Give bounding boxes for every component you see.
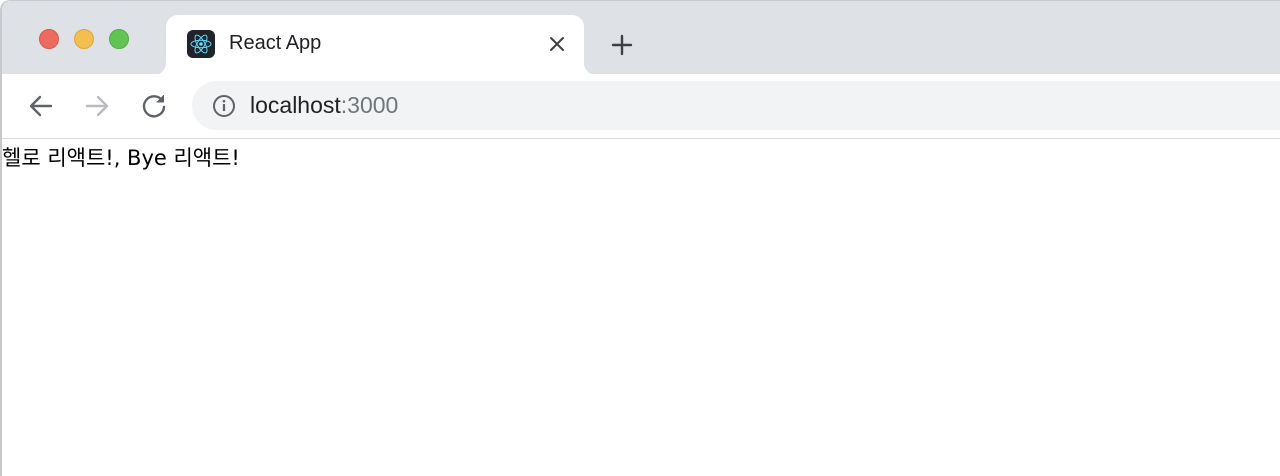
tab-react-app[interactable]: React App: [166, 15, 584, 75]
browser-toolbar: localhost:3000: [2, 74, 1280, 139]
window-close-button[interactable]: [39, 29, 59, 49]
address-bar[interactable]: localhost:3000: [192, 81, 1280, 130]
url-host: localhost: [250, 92, 341, 118]
tab-title: React App: [229, 32, 322, 54]
reload-icon[interactable]: [139, 91, 169, 121]
tab-strip: React App: [2, 1, 1280, 75]
plus-icon[interactable]: [608, 31, 636, 59]
url-port: :3000: [340, 92, 399, 118]
info-icon[interactable]: [211, 93, 237, 119]
window-maximize-button[interactable]: [109, 29, 129, 49]
arrow-left-icon[interactable]: [26, 91, 56, 121]
page-body-text: 헬로 리액트!, Bye 리액트!: [2, 146, 240, 170]
react-logo-icon: [187, 30, 215, 58]
window-minimize-button[interactable]: [74, 29, 94, 49]
close-icon[interactable]: [544, 31, 570, 57]
page-content: 헬로 리액트!, Bye 리액트!: [2, 139, 1280, 476]
url-text: localhost:3000: [250, 92, 398, 119]
arrow-right-icon[interactable]: [82, 91, 112, 121]
browser-window: React App localhost:3000 헬로 리액트!, Bye 리액…: [0, 0, 1280, 476]
